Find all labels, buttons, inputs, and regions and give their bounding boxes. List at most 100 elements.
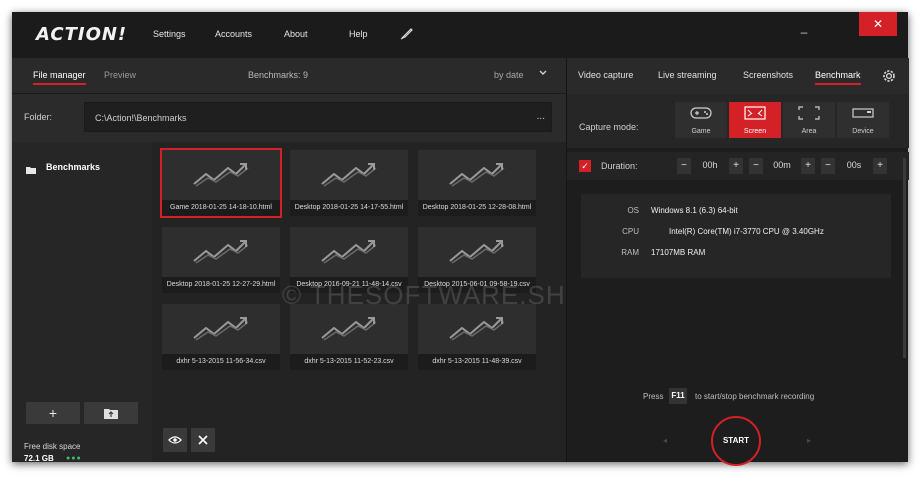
chevron-right-icon: ▸	[807, 436, 812, 445]
add-folder-button[interactable]: +	[26, 402, 80, 424]
mode-screen-label: Screen	[743, 128, 767, 135]
nav-settings[interactable]: Settings	[153, 29, 186, 39]
mode-device-button[interactable]: Device	[837, 102, 889, 138]
benchmark-file-thumbnail[interactable]: dxhr 5-13-2015 11-56-34.csv	[162, 304, 280, 370]
close-button[interactable]: ✕	[859, 12, 897, 36]
hours-value: 00h	[702, 160, 718, 170]
hint-text: to start/stop benchmark recording	[695, 392, 815, 401]
benchmark-file-thumbnail[interactable]: dxhr 5-13-2015 11-48-39.csv	[418, 304, 536, 370]
system-info-box: OS Windows 8.1 (6.3) 64-bit CPU Intel(R)…	[581, 194, 891, 278]
device-icon	[852, 108, 874, 118]
folder-label: Folder:	[24, 112, 53, 122]
hours-minus-button[interactable]: −	[677, 158, 691, 174]
mode-device-label: Device	[852, 128, 874, 135]
thumbnail-caption: Desktop 2018-01-25 12-27-29.html	[162, 277, 280, 293]
folder-icon	[26, 167, 36, 174]
thumbnail-caption: Desktop 2018-01-25 14-17-55.html	[290, 200, 408, 216]
sort-dropdown[interactable]: by date	[494, 70, 524, 80]
benchmark-file-thumbnail[interactable]: Game 2018-01-25 14-18-10.html	[160, 148, 282, 218]
hours-stepper[interactable]: − 00h +	[677, 158, 743, 174]
minutes-stepper[interactable]: − 00m +	[749, 158, 815, 174]
tab-video-capture[interactable]: Video capture	[578, 70, 633, 80]
seconds-plus-button[interactable]: +	[873, 158, 887, 174]
chart-trend-icon	[449, 163, 505, 187]
chart-trend-icon	[321, 317, 377, 341]
close-icon	[198, 435, 208, 445]
title-bar: ACTION! Settings Accounts About Help – ✕	[12, 12, 908, 58]
area-icon	[798, 106, 820, 120]
minutes-value: 00m	[773, 160, 791, 170]
chart-trend-icon	[449, 317, 505, 341]
hint-press: Press	[643, 392, 664, 401]
folder-sidebar: Benchmarks + Free disk space 72.1 GB ●●●	[12, 142, 152, 463]
thumbnail-caption: Game 2018-01-25 14-18-10.html	[162, 200, 280, 216]
ram-key: RAM	[621, 248, 639, 257]
tab-screenshots[interactable]: Screenshots	[743, 70, 793, 80]
nav-help[interactable]: Help	[349, 29, 368, 39]
chart-trend-icon	[193, 240, 249, 264]
eye-icon	[168, 436, 182, 444]
pen-icon[interactable]	[400, 26, 414, 40]
chart-trend-icon	[449, 240, 505, 264]
folder-row: Folder: C:\Action!\Benchmarks ...	[12, 94, 566, 142]
nav-accounts[interactable]: Accounts	[215, 29, 252, 39]
thumbnail-caption: dxhr 5-13-2015 11-48-39.csv	[418, 354, 536, 370]
capture-panel: Video capture Live streaming Screenshots…	[566, 58, 909, 466]
folder-add-icon	[104, 409, 118, 419]
duration-checkbox[interactable]: ✓	[579, 160, 591, 172]
ram-value: 17107MB RAM	[651, 248, 706, 257]
chart-trend-icon	[193, 317, 249, 341]
mode-screen-button[interactable]: Screen	[729, 102, 781, 138]
tab-preview[interactable]: Preview	[104, 70, 136, 80]
chevron-down-icon[interactable]	[538, 68, 548, 78]
duration-label: Duration:	[601, 161, 638, 171]
delete-button[interactable]	[191, 428, 215, 452]
minutes-plus-button[interactable]: +	[801, 158, 815, 174]
disk-space-value: 72.1 GB	[24, 454, 54, 463]
browse-button[interactable]: ...	[537, 111, 545, 122]
minutes-minus-button[interactable]: −	[749, 158, 763, 174]
nav-about[interactable]: About	[284, 29, 308, 39]
folder-path-field[interactable]: C:\Action!\Benchmarks ...	[84, 102, 552, 132]
seconds-value: 00s	[846, 160, 862, 170]
seconds-minus-button[interactable]: −	[821, 158, 835, 174]
tab-file-manager[interactable]: File manager	[33, 70, 86, 85]
benchmarks-count: Benchmarks: 9	[248, 70, 309, 80]
app-logo: ACTION!	[36, 24, 128, 45]
action-window: ACTION! Settings Accounts About Help – ✕…	[12, 12, 909, 466]
chart-trend-icon	[193, 163, 249, 187]
folder-path: C:\Action!\Benchmarks	[95, 113, 187, 123]
disk-status-dots: ●●●	[66, 455, 82, 462]
benchmark-file-thumbnail[interactable]: dxhr 5-13-2015 11-52-23.csv	[290, 304, 408, 370]
seconds-stepper[interactable]: − 00s +	[821, 158, 887, 174]
minimize-button[interactable]: –	[799, 26, 809, 41]
thumbnail-caption: dxhr 5-13-2015 11-52-23.csv	[290, 354, 408, 370]
mode-game-button[interactable]: Game	[675, 102, 727, 138]
f11-key-badge: F11	[669, 388, 687, 404]
scrollbar[interactable]	[903, 158, 906, 358]
sidebar-item-benchmarks[interactable]: Benchmarks	[46, 162, 100, 172]
tab-live-streaming[interactable]: Live streaming	[658, 70, 717, 80]
benchmark-file-thumbnail[interactable]: Desktop 2018-01-25 12-27-29.html	[162, 227, 280, 293]
file-manager-panel: File manager Preview Benchmarks: 9 by da…	[12, 58, 604, 463]
start-button[interactable]: START	[711, 416, 761, 466]
chart-trend-icon	[321, 163, 377, 187]
cpu-key: CPU	[622, 227, 639, 236]
thumbnail-caption: dxhr 5-13-2015 11-56-34.csv	[162, 354, 280, 370]
chart-trend-icon	[321, 240, 377, 264]
mode-area-button[interactable]: Area	[783, 102, 835, 138]
tab-benchmark[interactable]: Benchmark	[815, 70, 861, 85]
os-key: OS	[627, 206, 639, 215]
benchmark-file-thumbnail[interactable]: Desktop 2018-01-25 14-17-55.html	[290, 150, 408, 216]
duration-row: ✓ Duration: − 00h + − 00m + − 00s +	[567, 152, 909, 180]
benchmark-file-thumbnail[interactable]: Desktop 2018-01-25 12-28-08.html	[418, 150, 536, 216]
gear-icon[interactable]	[881, 68, 897, 84]
disk-space-label: Free disk space	[24, 442, 81, 451]
chevron-left-icon: ◂	[663, 436, 668, 445]
hours-plus-button[interactable]: +	[729, 158, 743, 174]
import-folder-button[interactable]	[84, 402, 138, 424]
watermark: © THESOFTWARE.SHOP	[282, 280, 606, 310]
preview-eye-button[interactable]	[163, 428, 187, 452]
capture-tabs: Video capture Live streaming Screenshots…	[567, 58, 909, 94]
os-value: Windows 8.1 (6.3) 64-bit	[651, 206, 738, 215]
